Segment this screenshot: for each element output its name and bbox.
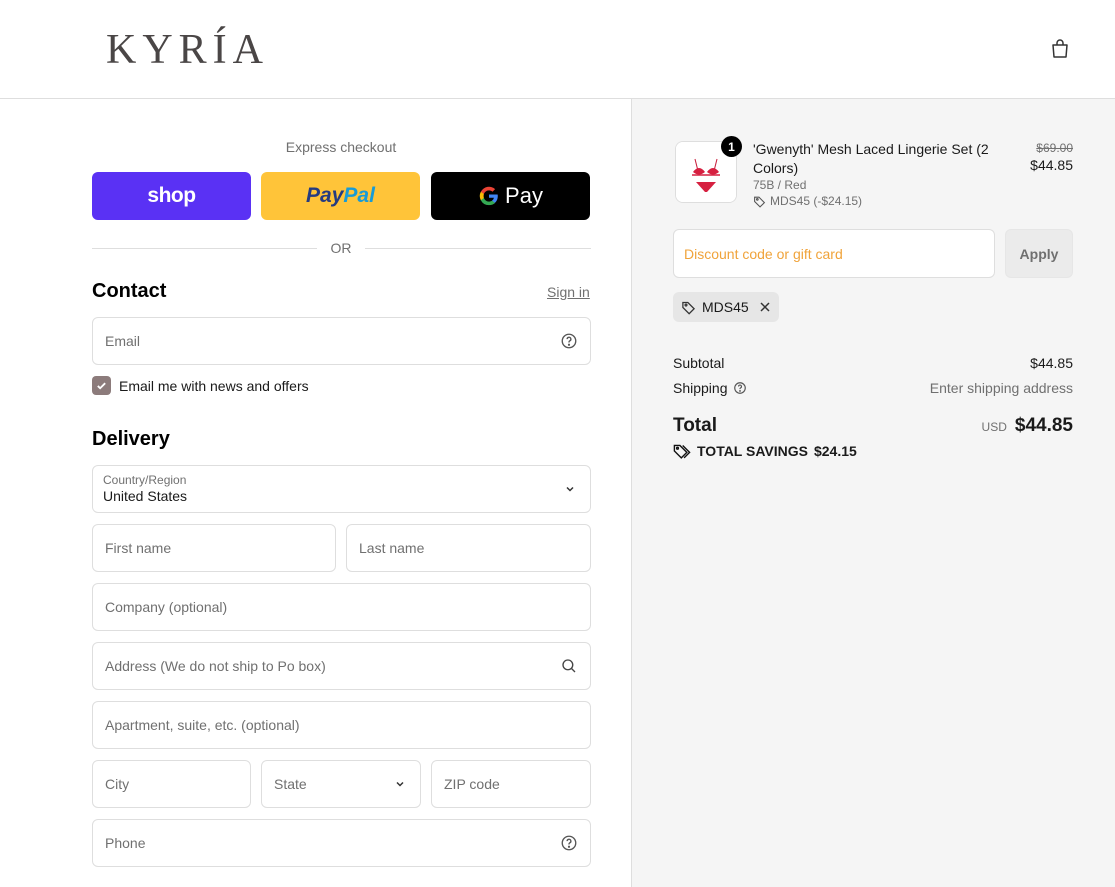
shipping-label-wrap: Shipping [673,380,747,396]
product-discount: MDS45 (-$24.15) [753,194,862,208]
shopping-bag-icon[interactable] [1048,37,1072,61]
google-pay-label: Pay [505,183,543,208]
discounted-price: $44.85 [1030,157,1073,173]
newsletter-label: Email me with news and offers [119,377,309,394]
total-label: Total [673,415,717,436]
checkmark-icon [97,382,106,390]
delivery-heading: Delivery [92,428,170,450]
address-field[interactable]: Address (We do not ship to Po box) [92,642,591,690]
sign-in-link[interactable]: Sign in [547,284,590,300]
subtotal-row: Subtotal $44.85 [673,355,1073,371]
quantity-badge: 1 [721,136,742,157]
chevron-down-icon [396,781,404,787]
email-placeholder: Email [105,333,141,349]
paypal-label-2: Pal [343,184,375,207]
google-g-icon [479,186,498,206]
currency-code: USD [981,420,1007,434]
product-discount-text: MDS45 (-$24.15) [770,194,863,208]
total-savings: TOTAL SAVINGS $24.15 [673,443,857,459]
tag-icon [682,301,696,315]
product-variant: 75B / Red [753,178,807,192]
company-field[interactable]: Company (optional) [92,583,591,631]
newsletter-checkbox-row[interactable]: Email me with news and offers [92,376,309,395]
paypal-label-1: Pay [306,184,344,207]
country-select[interactable]: Country/Region United States [92,465,591,513]
search-icon [562,659,576,673]
order-summary: 1 'Gwenyth' Mesh Laced Lingerie Set (2 C… [631,99,1115,887]
address-placeholder: Address (We do not ship to Po box) [105,658,326,674]
close-icon[interactable] [759,301,771,313]
total-value: $44.85 [1014,415,1073,436]
company-placeholder: Company (optional) [105,599,228,615]
or-divider-right [365,248,591,249]
chevron-down-icon [566,486,574,492]
country-value: United States [103,488,188,504]
last-name-placeholder: Last name [359,540,425,556]
email-field[interactable]: Email [92,317,591,365]
shop-pay-label: shop [147,184,196,207]
express-checkout-label: Express checkout [285,139,397,155]
first-name-placeholder: First name [105,540,172,556]
zip-field[interactable]: ZIP code [431,760,591,808]
or-divider-text: OR [330,240,352,256]
shipping-value: Enter shipping address [929,380,1073,396]
savings-value: $24.15 [813,443,857,459]
last-name-field[interactable]: Last name [346,524,591,572]
tag-icon [754,196,766,208]
shipping-label: Shipping [673,380,728,396]
first-name-field[interactable]: First name [92,524,336,572]
subtotal-value: $44.85 [1030,355,1073,371]
zip-placeholder: ZIP code [444,776,500,792]
state-placeholder: State [274,776,307,792]
help-circle-icon[interactable] [560,332,578,350]
tags-icon [673,444,691,459]
or-divider-left [92,248,317,249]
store-logo[interactable]: KYRÍA [106,26,269,74]
applied-code-text: MDS45 [702,299,749,315]
city-placeholder: City [105,776,130,792]
apply-discount-button[interactable]: Apply [1005,229,1073,278]
shop-pay-button[interactable]: shop [92,172,251,220]
discount-code-placeholder: Discount code or gift card [684,245,843,262]
total-amount: USD $44.85 [982,415,1073,437]
site-header: KYRÍA [0,0,1115,99]
help-circle-icon[interactable] [733,381,747,395]
shipping-row: Shipping Enter shipping address [673,380,1073,396]
savings-label: TOTAL SAVINGS [697,443,808,459]
contact-heading: Contact [92,280,167,302]
total-row: Total USD $44.85 [673,415,1073,437]
phone-field[interactable]: Phone [92,819,591,867]
help-circle-icon[interactable] [560,834,578,852]
product-title: 'Gwenyth' Mesh Laced Lingerie Set (2 Col… [753,141,989,176]
country-label: Country/Region [103,473,187,487]
newsletter-checkbox[interactable] [92,376,111,395]
original-price: $69.00 [1036,141,1073,155]
phone-placeholder: Phone [105,835,146,851]
apartment-field[interactable]: Apartment, suite, etc. (optional) [92,701,591,749]
paypal-button[interactable]: Pay Pal [261,172,420,220]
applied-code-tag: MDS45 [673,292,779,322]
state-select[interactable]: State [261,760,421,808]
apartment-placeholder: Apartment, suite, etc. (optional) [105,717,300,733]
subtotal-label: Subtotal [673,355,725,371]
city-field[interactable]: City [92,760,251,808]
discount-code-input[interactable]: Discount code or gift card [673,229,995,278]
checkout-form: Express checkout shop Pay Pal Pay OR Cont… [0,99,631,887]
google-pay-button[interactable]: Pay [431,172,590,220]
